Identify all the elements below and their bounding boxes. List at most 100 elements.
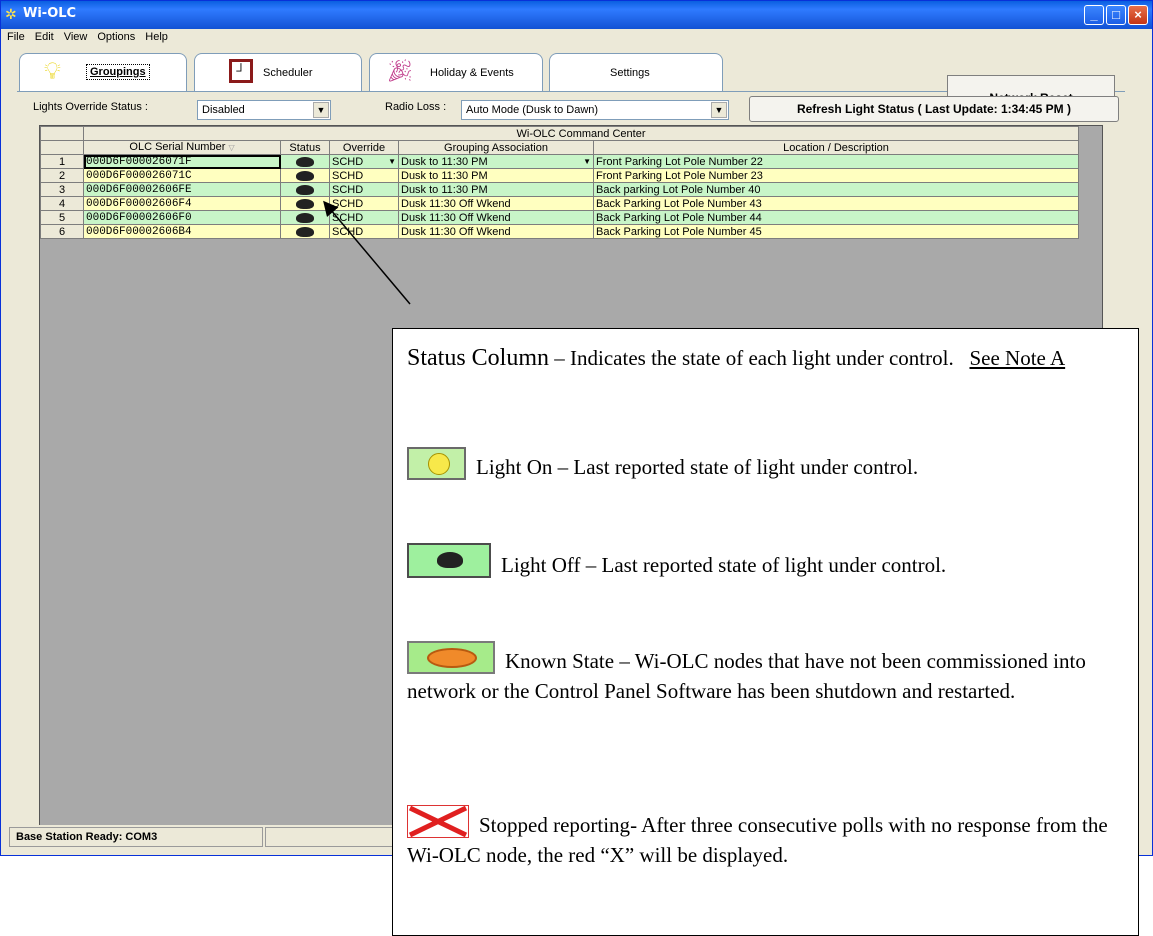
grouping-value: Dusk to 11:30 PM	[401, 183, 488, 196]
lights-override-select[interactable]: Disabled ▼	[197, 100, 331, 120]
tab-scheduler-label: Scheduler	[263, 67, 313, 79]
serial-cell[interactable]: 000D6F000026071F	[83, 154, 281, 169]
table-row[interactable]: 4 000D6F00002606F4 SCHD Dusk 11:30 Off Wken…	[40, 196, 1079, 211]
light-off-icon	[407, 543, 491, 578]
override-cell[interactable]: SCHD	[329, 224, 399, 239]
radio-loss-select[interactable]: Auto Mode (Dusk to Dawn) ▼	[461, 100, 729, 120]
override-cell[interactable]: SCHD	[329, 168, 399, 183]
see-note-a-link[interactable]: See Note A	[969, 346, 1065, 370]
col-grouping-header[interactable]: Grouping Association	[398, 140, 594, 155]
light-off-icon	[296, 198, 314, 209]
light-off-icon	[296, 226, 314, 237]
location-cell[interactable]: Front Parking Lot Pole Number 22	[593, 154, 1079, 169]
table-row[interactable]: 2 000D6F000026071C SCHD Dusk to 11:30 PM Fro…	[40, 168, 1079, 183]
light-off-text: – Last reported state of light under con…	[580, 553, 947, 577]
light-off-icon	[296, 184, 314, 195]
menu-help[interactable]: Help	[139, 29, 172, 43]
chevron-down-icon[interactable]: ▼	[583, 156, 591, 168]
location-cell[interactable]: Back Parking Lot Pole Number 44	[593, 210, 1079, 225]
table-row[interactable]: 6 000D6F00002606B4 SCHD Dusk 11:30 Off Wken…	[40, 224, 1079, 239]
grouping-cell[interactable]: Dusk 11:30 Off Wkend	[398, 196, 594, 211]
override-value: SCHD	[332, 225, 364, 238]
stopped-reporting-icon	[407, 805, 469, 838]
tab-scheduler[interactable]: ┘ Scheduler	[194, 53, 362, 91]
light-on-icon	[407, 447, 466, 480]
lights-override-value: Disabled	[202, 104, 245, 116]
lights-override-label: Lights Override Status :	[33, 101, 148, 113]
grouping-value: Dusk to 11:30 PM	[401, 169, 488, 182]
location-cell[interactable]: Back Parking Lot Pole Number 43	[593, 196, 1079, 211]
chevron-down-icon[interactable]: ▼	[388, 156, 396, 168]
serial-cell[interactable]: 000D6F00002606B4	[83, 224, 281, 239]
status-cell[interactable]	[280, 224, 330, 239]
grouping-value: Dusk to 11:30 PM	[401, 155, 488, 168]
location-cell[interactable]: Front Parking Lot Pole Number 23	[593, 168, 1079, 183]
grid-title: Wi-OLC Command Center	[83, 126, 1079, 141]
row-number-header	[40, 140, 84, 155]
tab-holiday-events[interactable]: 🎉︎ Holiday & Events	[369, 53, 543, 91]
col-location-header[interactable]: Location / Description	[593, 140, 1079, 155]
grouping-cell[interactable]: Dusk to 11:30 PM ▼	[398, 154, 594, 169]
col-override-header[interactable]: Override	[329, 140, 399, 155]
minimize-button[interactable]: _	[1084, 5, 1104, 25]
override-value: SCHD	[332, 183, 364, 196]
chevron-down-icon[interactable]: ▼	[313, 102, 329, 118]
override-cell[interactable]: SCHD	[329, 210, 399, 225]
status-cell[interactable]	[280, 154, 330, 169]
light-on-title: Light On	[476, 455, 553, 479]
window-title: Wi-OLC	[23, 6, 77, 21]
menu-edit[interactable]: Edit	[29, 29, 58, 43]
tab-groupings-label: Groupings	[86, 64, 150, 80]
sort-icon: ▽	[228, 143, 235, 152]
party-icon: 🎉︎	[386, 58, 414, 83]
grouping-value: Dusk 11:30 Off Wkend	[401, 211, 511, 224]
maximize-button[interactable]: □	[1106, 5, 1126, 25]
status-text: Base Station Ready: COM3	[9, 827, 263, 847]
col-serial-header[interactable]: OLC Serial Number ▽	[83, 140, 281, 155]
col-status-header[interactable]: Status	[280, 140, 330, 155]
tab-settings[interactable]: Settings	[549, 53, 723, 91]
serial-cell[interactable]: 000D6F00002606F0	[83, 210, 281, 225]
serial-cell[interactable]: 000D6F00002606FE	[83, 182, 281, 197]
app-icon: ✲	[5, 6, 17, 22]
radio-loss-label: Radio Loss :	[385, 101, 447, 113]
light-off-title: Light Off	[501, 553, 581, 577]
location-cell[interactable]: Back parking Lot Pole Number 40	[593, 182, 1079, 197]
override-value: SCHD	[332, 197, 364, 210]
refresh-light-status-button[interactable]: Refresh Light Status ( Last Update: 1:34…	[749, 96, 1119, 122]
close-button[interactable]: ×	[1128, 5, 1148, 25]
grouping-cell[interactable]: Dusk 11:30 Off Wkend	[398, 210, 594, 225]
table-row[interactable]: 3 000D6F00002606FE SCHD Dusk to 11:30 PM Bac…	[40, 182, 1079, 197]
chevron-down-icon[interactable]: ▼	[711, 102, 727, 118]
override-value: SCHD	[332, 155, 364, 168]
override-cell[interactable]: SCHD ▼	[329, 154, 399, 169]
status-cell[interactable]	[280, 196, 330, 211]
grid-table: Wi-OLC Command Center OLC Serial Number …	[40, 126, 1079, 239]
menu-file[interactable]: File	[1, 29, 29, 43]
known-state-title: Known State	[505, 649, 615, 673]
override-cell[interactable]: SCHD	[329, 182, 399, 197]
grouping-cell[interactable]: Dusk 11:30 Off Wkend	[398, 224, 594, 239]
grouping-value: Dusk 11:30 Off Wkend	[401, 197, 511, 210]
status-cell[interactable]	[280, 210, 330, 225]
row-number: 2	[40, 168, 84, 183]
known-state-icon	[407, 641, 495, 674]
grouping-cell[interactable]: Dusk to 11:30 PM	[398, 168, 594, 183]
callout-item-light-on: Light On – Last reported state of light …	[407, 447, 1127, 482]
row-number: 5	[40, 210, 84, 225]
table-row[interactable]: 1 000D6F000026071F SCHD ▼ Dusk to 11:30 PM ▼ F…	[40, 154, 1079, 169]
status-cell[interactable]	[280, 168, 330, 183]
menu-view[interactable]: View	[58, 29, 92, 43]
tab-groupings[interactable]: 💡︎ Groupings	[19, 53, 187, 91]
light-off-icon	[296, 156, 314, 167]
grouping-cell[interactable]: Dusk to 11:30 PM	[398, 182, 594, 197]
table-row[interactable]: 5 000D6F00002606F0 SCHD Dusk 11:30 Off Wken…	[40, 210, 1079, 225]
override-cell[interactable]: SCHD	[329, 196, 399, 211]
location-cell[interactable]: Back Parking Lot Pole Number 45	[593, 224, 1079, 239]
menu-options[interactable]: Options	[91, 29, 139, 43]
serial-cell[interactable]: 000D6F000026071C	[83, 168, 281, 183]
callout-heading-title: Status Column	[407, 345, 550, 371]
serial-cell[interactable]: 000D6F00002606F4	[83, 196, 281, 211]
row-number: 1	[40, 154, 84, 169]
status-cell[interactable]	[280, 182, 330, 197]
